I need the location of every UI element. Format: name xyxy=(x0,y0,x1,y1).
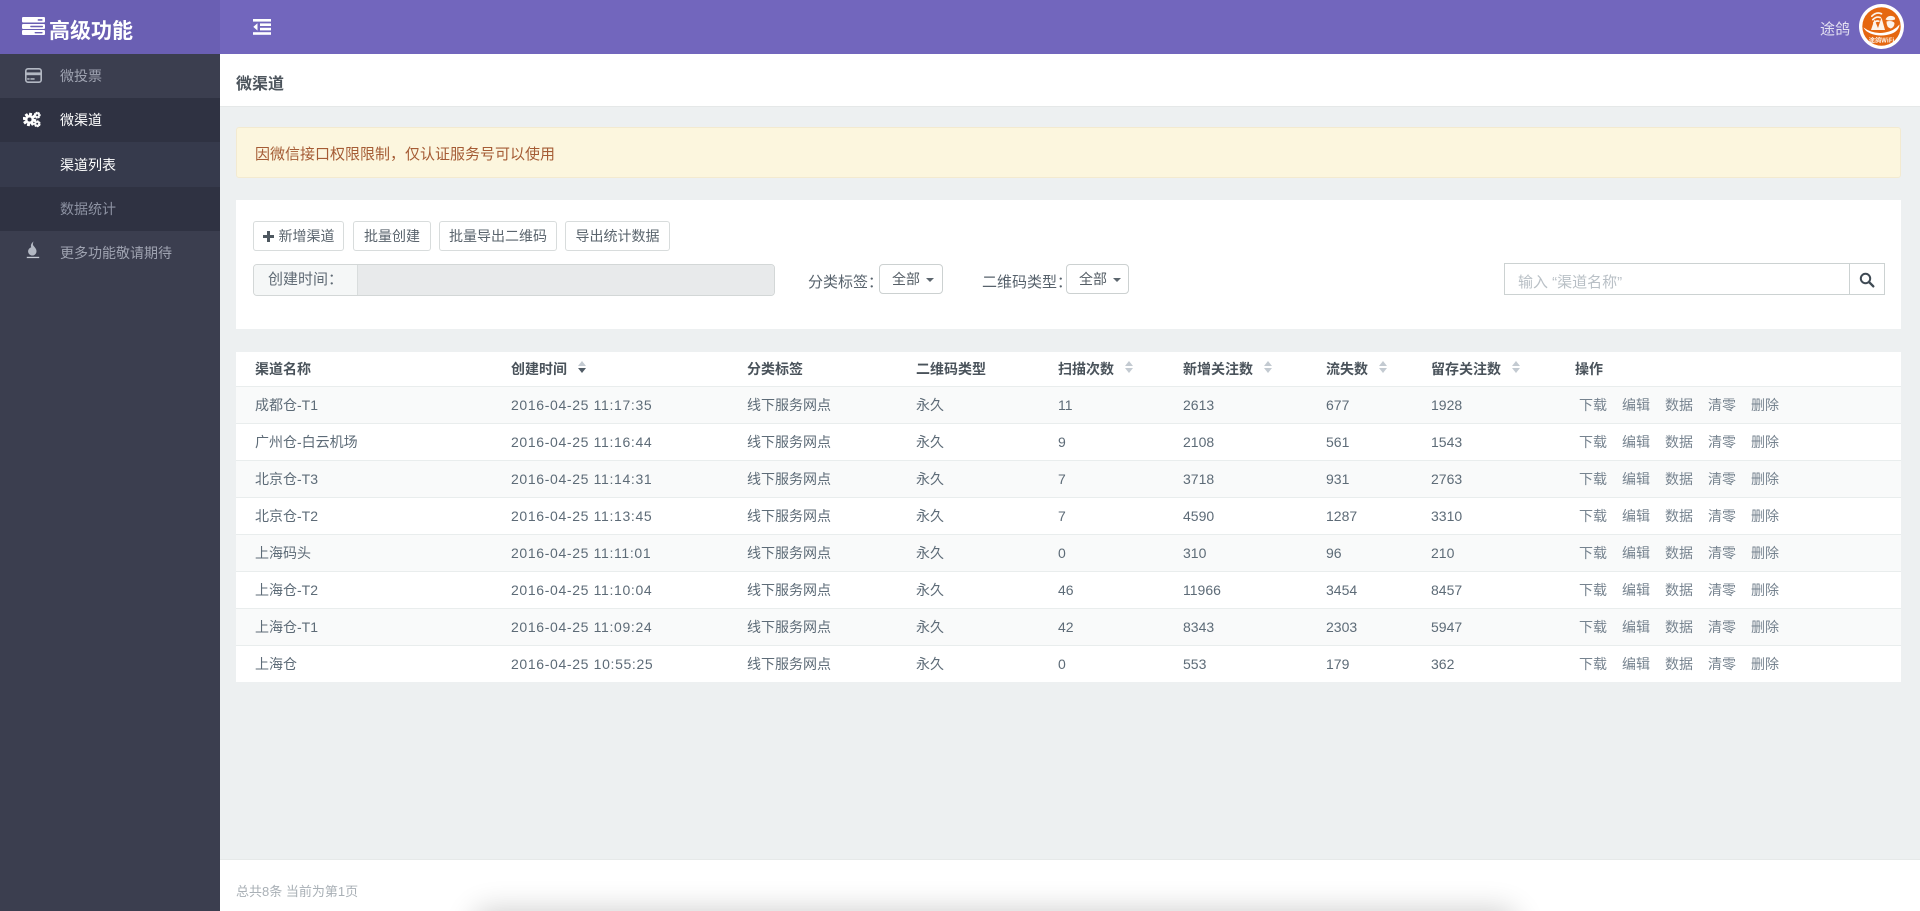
svg-text:途鸽WiFi: 途鸽WiFi xyxy=(1869,36,1895,45)
